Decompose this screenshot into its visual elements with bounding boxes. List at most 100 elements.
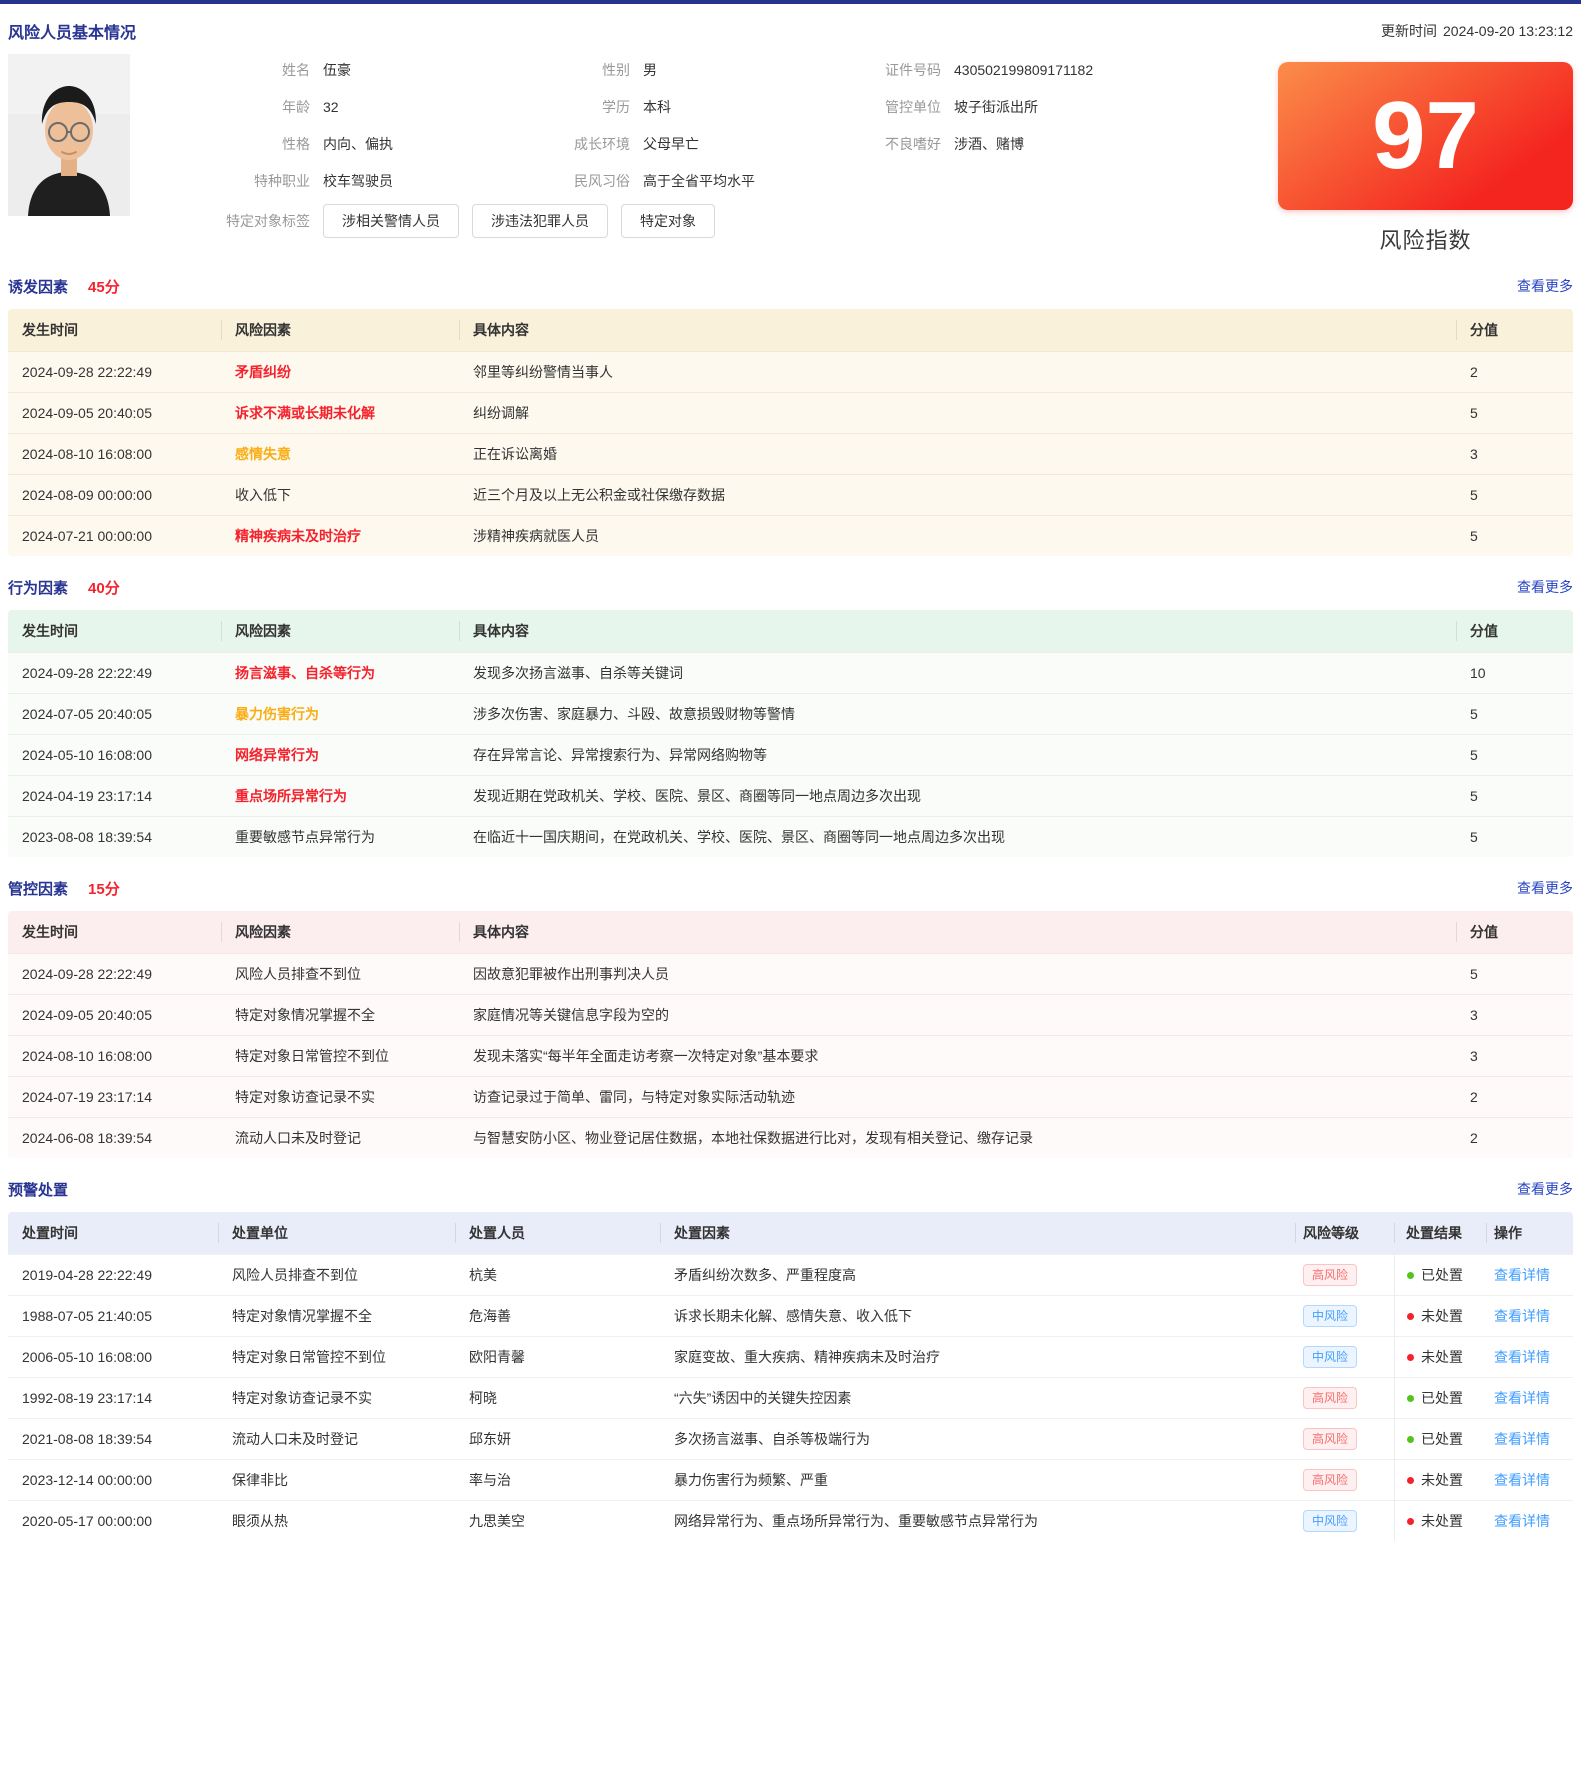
view-detail-link[interactable]: 查看详情 [1494, 1431, 1550, 1447]
cell-handle-person: 危海善 [455, 1306, 660, 1326]
cell-handle-time: 2021-08-08 18:39:54 [8, 1431, 218, 1447]
cell-score: 5 [1456, 788, 1573, 804]
cell-score: 5 [1456, 706, 1573, 722]
field-control-unit: 管控单位坡子街派出所 [802, 97, 1258, 117]
cell-score: 10 [1456, 665, 1573, 681]
column-header: 风险因素 [221, 610, 459, 652]
table-row: 2024-09-28 22:22:49矛盾纠纷邻里等纠纷警情当事人2 [8, 351, 1573, 392]
column-header: 分值 [1456, 309, 1573, 351]
risk-level-badge: 高风险 [1303, 1387, 1357, 1409]
view-more-link[interactable]: 查看更多 [1517, 276, 1573, 296]
section-title: 诱发因素 [8, 276, 68, 297]
risk-person-page: 风险人员基本情况 更新时间2024-09-20 13:23:12 姓名伍豪 性别… [0, 20, 1581, 1581]
cell-time: 2024-09-28 22:22:49 [8, 665, 221, 681]
column-header: 发生时间 [8, 911, 221, 953]
column-header: 风险等级 [1295, 1212, 1394, 1254]
field-growth-env: 成长环境父母早亡 [472, 134, 802, 154]
cell-handle-result: 未处置 [1394, 1337, 1486, 1377]
tag-illegal-crime: 涉违法犯罪人员 [472, 204, 608, 238]
cell-risk-factor: 暴力伤害行为 [221, 704, 459, 724]
cell-score: 2 [1456, 364, 1573, 380]
table-row: 2024-08-09 00:00:00收入低下近三个月及以上无公积金或社保缴存数… [8, 474, 1573, 515]
risk-level-badge: 高风险 [1303, 1469, 1357, 1491]
view-more-link[interactable]: 查看更多 [1517, 1179, 1573, 1199]
status-text: 已处置 [1421, 1265, 1463, 1285]
table-row: 2024-09-05 20:40:05特定对象情况掌握不全家庭情况等关键信息字段… [8, 994, 1573, 1035]
status-text: 已处置 [1421, 1388, 1463, 1408]
cell-handle-factor: 多次扬言滋事、自杀等极端行为 [660, 1429, 1295, 1449]
cell-action: 查看详情 [1486, 1470, 1573, 1490]
cell-time: 2024-05-10 16:08:00 [8, 747, 221, 763]
cell-content: 发现近期在党政机关、学校、医院、景区、商圈等同一地点周边多次出现 [459, 786, 1456, 806]
status-text: 已处置 [1421, 1429, 1463, 1449]
cell-score: 5 [1456, 747, 1573, 763]
view-detail-link[interactable]: 查看详情 [1494, 1390, 1550, 1406]
column-header: 分值 [1456, 911, 1573, 953]
column-header: 处置单位 [218, 1212, 455, 1254]
cell-content: 家庭情况等关键信息字段为空的 [459, 1005, 1456, 1025]
table-header-row: 发生时间风险因素具体内容分值 [8, 911, 1573, 953]
cell-risk-factor: 重要敏感节点异常行为 [221, 827, 459, 847]
table-row: 2024-07-19 23:17:14特定对象访查记录不实访查记录过于简单、雷同… [8, 1076, 1573, 1117]
cell-handle-result: 已处置 [1394, 1419, 1486, 1459]
status-dot [1407, 1272, 1414, 1279]
section-title: 行为因素 [8, 577, 68, 598]
risk-level-badge: 高风险 [1303, 1428, 1357, 1450]
field-folk-custom: 民风习俗高于全省平均水平 [472, 171, 802, 191]
cell-score: 2 [1456, 1130, 1573, 1146]
view-detail-link[interactable]: 查看详情 [1494, 1349, 1550, 1365]
cell-risk-factor: 感情失意 [221, 444, 459, 464]
cell-handle-result: 未处置 [1394, 1296, 1486, 1336]
status-dot [1407, 1436, 1414, 1443]
view-more-link[interactable]: 查看更多 [1517, 577, 1573, 597]
factor-sections: 诱发因素45分查看更多发生时间风险因素具体内容分值 2024-09-28 22:2… [8, 276, 1573, 1158]
risk-level-badge: 高风险 [1303, 1264, 1357, 1286]
cell-content: 邻里等纠纷警情当事人 [459, 362, 1456, 382]
cell-risk-level: 高风险 [1295, 1264, 1394, 1286]
cell-risk-factor: 特定对象访查记录不实 [221, 1087, 459, 1107]
table-row: 2024-05-10 16:08:00网络异常行为存在异常言论、异常搜索行为、异… [8, 734, 1573, 775]
cell-time: 2024-09-05 20:40:05 [8, 405, 221, 421]
cell-content: 涉精神疾病就医人员 [459, 526, 1456, 546]
view-detail-link[interactable]: 查看详情 [1494, 1472, 1550, 1488]
field-personality: 性格内向、偏执 [142, 134, 472, 154]
cell-handle-time: 1992-08-19 23:17:14 [8, 1390, 218, 1406]
alert-handling-section: 预警处置查看更多处置时间处置单位处置人员处置因素风险等级处置结果操作2019-0… [8, 1179, 1573, 1541]
cell-time: 2024-09-05 20:40:05 [8, 1007, 221, 1023]
field-bad-habits: 不良嗜好涉酒、赌博 [802, 134, 1258, 154]
view-detail-link[interactable]: 查看详情 [1494, 1513, 1550, 1529]
person-photo [8, 54, 130, 216]
table-row: 2024-09-28 22:22:49扬言滋事、自杀等行为发现多次扬言滋事、自杀… [8, 652, 1573, 693]
cell-handle-factor: 诉求长期未化解、感情失意、收入低下 [660, 1306, 1295, 1326]
cell-score: 5 [1456, 487, 1573, 503]
table-row: 2024-06-08 18:39:54流动人口未及时登记与智慧安防小区、物业登记… [8, 1117, 1573, 1158]
cell-action: 查看详情 [1486, 1388, 1573, 1408]
column-header: 处置因素 [660, 1212, 1295, 1254]
cell-time: 2024-07-05 20:40:05 [8, 706, 221, 722]
cell-handle-factor: 矛盾纠纷次数多、严重程度高 [660, 1265, 1295, 1285]
cell-time: 2024-08-10 16:08:00 [8, 1048, 221, 1064]
control-table: 发生时间风险因素具体内容分值2024-09-28 22:22:49风险人员排查不… [8, 911, 1573, 1158]
field-name: 姓名伍豪 [142, 60, 472, 80]
profile-fields: 姓名伍豪 性别男 证件号码430502199809171182 年龄32 学历本… [142, 54, 1258, 238]
cell-time: 2024-06-08 18:39:54 [8, 1130, 221, 1146]
cell-handle-unit: 特定对象情况掌握不全 [218, 1306, 455, 1326]
cell-time: 2024-07-19 23:17:14 [8, 1089, 221, 1105]
section-title: 管控因素 [8, 878, 68, 899]
cell-handle-result: 已处置 [1394, 1378, 1486, 1418]
section-head: 诱发因素45分查看更多 [8, 276, 1573, 296]
cell-risk-level: 高风险 [1295, 1469, 1394, 1491]
view-more-link[interactable]: 查看更多 [1517, 878, 1573, 898]
status-dot [1407, 1354, 1414, 1361]
cell-handle-unit: 特定对象访查记录不实 [218, 1388, 455, 1408]
risk-level-badge: 中风险 [1303, 1305, 1357, 1327]
cell-handle-factor: 家庭变故、重大疾病、精神疾病未及时治疗 [660, 1347, 1295, 1367]
section-head: 行为因素40分查看更多 [8, 577, 1573, 597]
cell-risk-level: 中风险 [1295, 1305, 1394, 1327]
cell-content: 发现未落实“每半年全面走访考察一次特定对象”基本要求 [459, 1046, 1456, 1066]
cell-handle-unit: 眼须从热 [218, 1511, 455, 1531]
cell-time: 2024-08-09 00:00:00 [8, 487, 221, 503]
view-detail-link[interactable]: 查看详情 [1494, 1308, 1550, 1324]
cell-risk-factor: 扬言滋事、自杀等行为 [221, 663, 459, 683]
view-detail-link[interactable]: 查看详情 [1494, 1267, 1550, 1283]
